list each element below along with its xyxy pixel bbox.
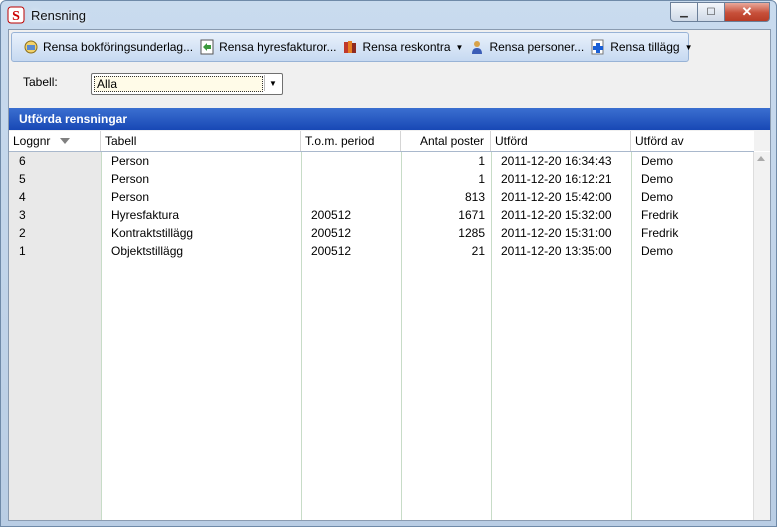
title-bar[interactable]: S Rensning ▁ ☐ ✕ [1,1,776,29]
cell-loggnr: 2 [19,226,26,240]
cell-loggnr: 5 [19,172,26,186]
grid-header-corner [754,131,770,151]
maximize-icon: ☐ [706,6,716,18]
cell-utford: 2011-12-20 15:31:00 [501,226,612,240]
clean-invoices-label: Rensa hyresfakturor... [219,40,337,54]
accounting-icon [24,40,38,54]
chevron-down-icon[interactable]: ▼ [264,75,281,91]
cell-loggnr: 1 [19,244,26,258]
cell-loggnr: 6 [19,154,26,168]
close-button[interactable]: ✕ [725,2,770,22]
column-header-utford-av[interactable]: Utförd av [631,131,754,151]
rensning-window: S Rensning ▁ ☐ ✕ Rensa bokföringsunderla… [0,0,777,527]
minimize-button[interactable]: ▁ [670,2,698,22]
clean-accounting-label: Rensa bokföringsunderlag... [43,40,194,54]
cell-antal: 1 [478,172,485,186]
ledger-books-icon [344,41,357,53]
clean-accounting-button[interactable]: Rensa bokföringsunderlag... [20,35,196,59]
table-row[interactable]: 5 Person 1 2011-12-20 16:12:21 Demo [9,170,754,188]
table-row[interactable]: 4 Person 813 2011-12-20 15:42:00 Demo [9,188,754,206]
section-title: Utförda rensningar [9,108,770,130]
table-filter-label: Tabell: [23,75,58,89]
cell-utford-av: Fredrik [641,226,679,240]
clean-persons-label: Rensa personer... [489,40,585,54]
clean-additions-button[interactable]: Rensa tillägg ▼ [587,35,695,59]
clean-ledger-button[interactable]: Rensa reskontra ▼ [339,35,466,59]
cell-utford: 2011-12-20 15:32:00 [501,208,612,222]
close-icon: ✕ [741,4,753,19]
cell-loggnr: 4 [19,190,26,204]
maximize-button[interactable]: ☐ [698,2,725,22]
table-row[interactable]: 2 Kontraktstillägg 200512 1285 2011-12-20 15… [9,224,754,242]
cell-tabell: Person [111,154,150,168]
minimize-icon: ▁ [680,6,688,18]
cell-utford: 2011-12-20 13:35:00 [501,244,612,258]
cell-tabell: Hyresfaktura [111,208,180,222]
plus-document-icon [591,39,604,55]
grid-header: Loggnr Tabell T.o.m. period Antal poster… [9,131,754,152]
clean-additions-label: Rensa tillägg [610,40,680,54]
vertical-scrollbar[interactable] [753,152,770,520]
cell-utford-av: Demo [641,154,674,168]
cell-period [301,188,401,206]
column-header-antal[interactable]: Antal poster [401,131,491,151]
cell-loggnr: 3 [19,208,26,222]
cell-tabell: Objektstillägg [111,244,184,258]
cell-utford: 2011-12-20 16:34:43 [501,154,612,168]
log-grid: Loggnr Tabell T.o.m. period Antal poster… [9,131,770,520]
window-title: Rensning [31,8,86,23]
chevron-down-icon: ▼ [684,42,693,52]
cell-period: 200512 [311,244,352,258]
scroll-up-arrow-icon[interactable] [757,156,765,161]
invoice-icon [200,39,214,55]
table-filter-value: Alla [94,76,263,92]
clean-ledger-label: Rensa reskontra [362,40,451,54]
table-row[interactable]: 1 Objektstillägg 200512 21 2011-12-20 13:35:… [9,242,754,260]
clean-persons-button[interactable]: Rensa personer... [466,35,587,59]
column-header-tabell[interactable]: Tabell [101,131,301,151]
cell-period: 200512 [311,226,352,240]
app-logo-icon: S [7,6,25,24]
cell-antal: 813 [464,190,485,204]
chevron-down-icon: ▼ [455,42,464,52]
cell-utford-av: Demo [641,244,674,258]
table-filter-select[interactable]: Alla ▼ [91,73,283,95]
cell-tabell: Person [111,172,150,186]
cell-antal: 1285 [458,226,485,240]
column-header-period[interactable]: T.o.m. period [301,131,401,151]
clean-invoices-button[interactable]: Rensa hyresfakturor... [196,35,339,59]
cell-tabell: Kontraktstillägg [111,226,194,240]
cell-period [301,170,401,188]
cell-antal: 1671 [458,208,485,222]
table-row[interactable]: 6 Person 1 2011-12-20 16:34:43 Demo [9,152,754,170]
cell-tabell: Person [111,190,150,204]
table-row[interactable]: 3 Hyresfaktura 200512 1671 2011-12-20 15:32:… [9,206,754,224]
cell-antal: 1 [478,154,485,168]
svg-text:S: S [12,9,20,24]
sort-descending-icon [60,138,70,144]
filter-bar: Tabell: Alla ▼ [9,64,770,102]
cell-utford-av: Demo [641,190,674,204]
cell-utford-av: Fredrik [641,208,679,222]
cell-utford-av: Demo [641,172,674,186]
cell-period [301,152,401,170]
toolbar: Rensa bokföringsunderlag... Rensa hyresf… [11,32,692,62]
column-header-utford[interactable]: Utförd [491,131,631,151]
person-icon [472,41,483,54]
cell-utford: 2011-12-20 16:12:21 [501,172,612,186]
cell-utford: 2011-12-20 15:42:00 [501,190,612,204]
cell-period: 200512 [311,208,352,222]
column-header-loggnr[interactable]: Loggnr [9,131,101,151]
cell-antal: 21 [471,244,485,258]
client-area: Rensa bokföringsunderlag... Rensa hyresf… [8,29,771,521]
